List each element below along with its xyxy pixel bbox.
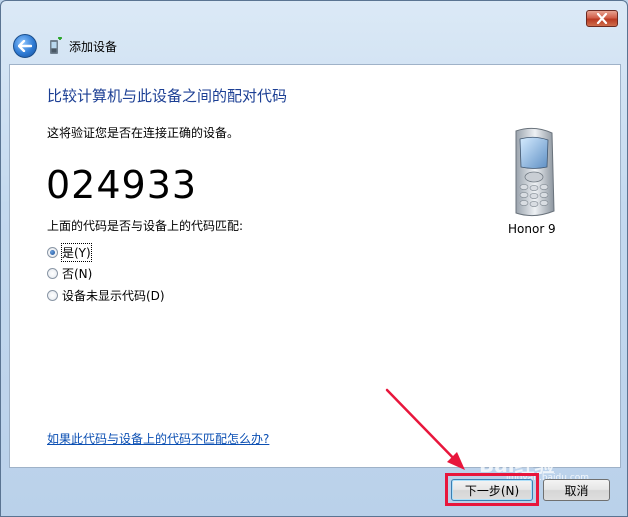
- content-panel: 比较计算机与此设备之间的配对代码 这将验证您是否在连接正确的设备。 024933…: [9, 64, 621, 468]
- mobile-phone-icon: [515, 127, 555, 217]
- instruction-text: 这将验证您是否在连接正确的设备。: [47, 126, 240, 140]
- match-question: 上面的代码是否与设备上的代码匹配:: [47, 219, 244, 233]
- radio-option-no-code[interactable]: 设备未显示代码(D): [47, 287, 165, 304]
- radio-option-no[interactable]: 否(N): [47, 265, 92, 282]
- device-name: Honor 9: [508, 222, 556, 236]
- page-heading: 比较计算机与此设备之间的配对代码: [47, 87, 288, 105]
- cancel-button[interactable]: 取消: [543, 479, 610, 501]
- add-device-icon: [50, 37, 62, 54]
- back-arrow-icon: [18, 40, 32, 52]
- radio-yes[interactable]: [47, 247, 58, 258]
- back-button[interactable]: [13, 34, 37, 58]
- radio-no-code-label[interactable]: 设备未显示代码(D): [62, 287, 165, 304]
- annotation-arrow-icon: [385, 388, 465, 470]
- radio-no-code[interactable]: [47, 290, 58, 301]
- radio-yes-label[interactable]: 是(Y): [61, 243, 92, 262]
- close-button[interactable]: [586, 10, 618, 27]
- window-title: 添加设备: [69, 40, 118, 54]
- radio-no[interactable]: [47, 268, 58, 279]
- radio-option-yes[interactable]: 是(Y): [47, 243, 92, 262]
- radio-no-label[interactable]: 否(N): [62, 265, 92, 282]
- close-icon: [596, 13, 608, 24]
- pairing-code: 024933: [46, 163, 198, 207]
- mismatch-help-link[interactable]: 如果此代码与设备上的代码不匹配怎么办?: [47, 430, 269, 447]
- dialog-window: 添加设备 比较计算机与此设备之间的配对代码 这将验证您是否在连接正确的设备。 0…: [0, 0, 628, 517]
